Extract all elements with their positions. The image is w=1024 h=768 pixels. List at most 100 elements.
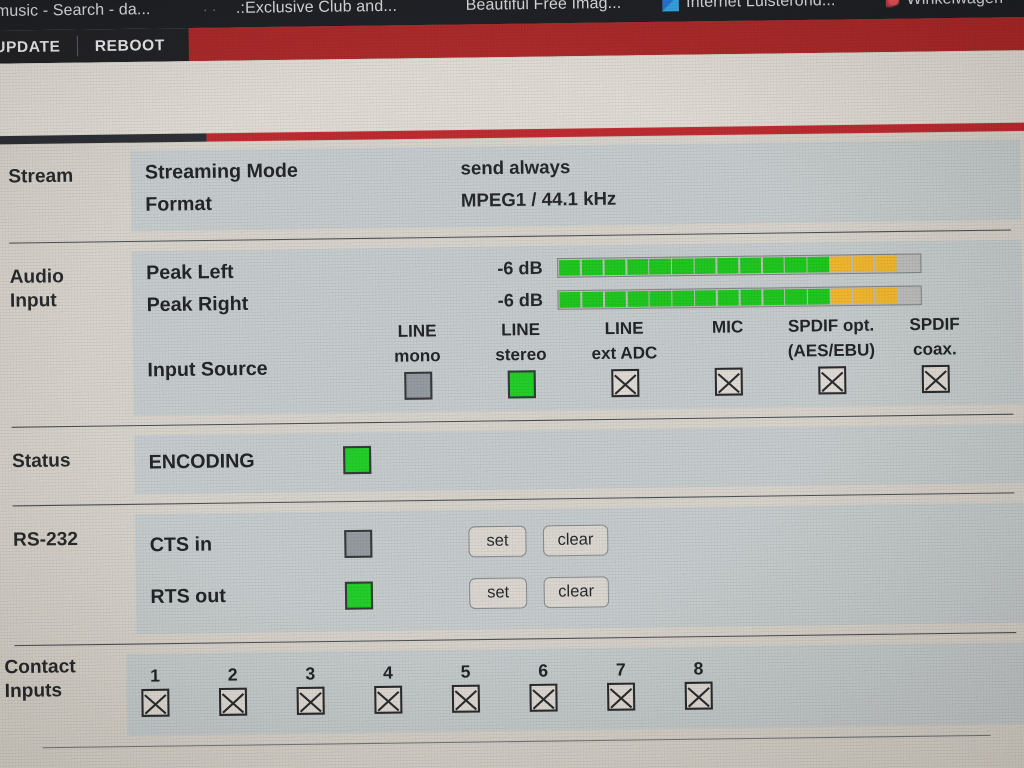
section-label-contact-inputs: Contact Inputs (4, 654, 127, 737)
input-source-option[interactable]: LINE stereo (473, 320, 569, 399)
meter-segment (740, 289, 762, 306)
input-source-name: SPDIF (909, 315, 960, 335)
contact-input-disabled-icon (218, 687, 248, 717)
meter-segment (627, 291, 649, 307)
input-source-option[interactable]: SPDIF coax. (887, 315, 983, 394)
input-source-disabled-icon[interactable] (610, 369, 639, 398)
input-source-name: SPDIF opt. (787, 316, 875, 336)
meter-segment (695, 290, 717, 307)
contact-inputs-panel: 1 2 3 4 5 6 7 8 (126, 642, 1024, 737)
meter-segment (830, 256, 852, 273)
browser-tab-title: Beautiful Free Imag... (465, 0, 622, 15)
peak-left-meter (556, 253, 922, 278)
input-source-label: Input Source (147, 358, 268, 382)
meter-segment (604, 259, 626, 276)
input-source-option[interactable]: MIC (680, 317, 776, 397)
input-source-name: LINE (397, 321, 437, 341)
meter-segment (762, 257, 784, 274)
meter-segment (649, 290, 672, 307)
meter-segment (762, 289, 785, 306)
input-source-disabled-icon[interactable] (817, 366, 846, 395)
browser-tab-3[interactable]: Beautiful Free Imag... (465, 0, 622, 24)
meter-segment (739, 257, 762, 274)
format-value: MPEG1 / 44.1 kHz (460, 188, 617, 211)
meter-segment (853, 288, 875, 304)
browser-tab-5[interactable]: Winkelwagen (885, 0, 1004, 19)
section-stream: Stream Streaming Mode send always Format… (0, 139, 1022, 233)
rts-out-buttons: set clear (469, 576, 609, 610)
contact-input-number: 3 (305, 664, 316, 685)
contact-input-number: 6 (538, 661, 549, 681)
contact-input: 5 (451, 662, 481, 714)
bottom-rule (42, 735, 991, 749)
page-header-band (0, 50, 1024, 137)
meter-segment (852, 256, 875, 272)
meter-segment (626, 259, 649, 275)
section-label-line1: Contact (4, 654, 76, 678)
rs232-panel: CTS in set clear RTS out set clear (134, 502, 1024, 635)
cts-in-clear-button[interactable]: clear (542, 524, 609, 557)
rts-out-led (344, 581, 374, 610)
streaming-mode-label: Streaming Mode (144, 159, 298, 184)
section-label-line2: Input (9, 288, 57, 311)
contact-input-disabled-icon (529, 683, 558, 713)
contact-input-disabled-icon (684, 681, 713, 711)
contact-input: 1 (141, 666, 170, 718)
meter-segment (898, 255, 920, 272)
browser-tab-title: Internet Luisterond... (685, 0, 836, 12)
input-source-option[interactable]: SPDIF opt. (AES/EBU) (783, 316, 879, 395)
input-source-name: coax. (912, 340, 957, 360)
contact-input-disabled-icon (141, 688, 170, 718)
input-source-name: LINE (501, 320, 541, 340)
peak-right-meter (557, 285, 922, 310)
row-input-source: Input Source LINE mono LINE stereo LINE ext A… (132, 310, 1023, 406)
reboot-button[interactable]: REBOOT (78, 28, 182, 62)
meter-segment (694, 258, 716, 274)
device-status-page: Stream Streaming Mode send always Format… (0, 50, 1024, 768)
section-label-audio-input: Audio Input (0, 251, 134, 418)
section-label-status: Status (11, 449, 71, 472)
rts-out-set-button[interactable]: set (469, 577, 528, 610)
contact-input: 2 (218, 665, 248, 717)
contact-input-number: 8 (693, 659, 704, 679)
input-source-name: MIC (711, 317, 744, 337)
input-source-name: LINE (604, 319, 644, 339)
input-source-options: LINE mono LINE stereo LINE ext ADC MIC SPDIF o… (369, 315, 983, 401)
meter-segment (898, 287, 920, 304)
update-button[interactable]: UPDATE (0, 29, 77, 63)
section-contact-inputs: Contact Inputs 1 2 3 4 5 6 7 8 (4, 642, 1024, 738)
meter-segment (785, 289, 807, 305)
blue-square-icon (662, 0, 679, 12)
input-source-option[interactable]: LINE ext ADC (576, 319, 672, 398)
cts-in-label: CTS in (149, 534, 213, 557)
meter-segment (717, 257, 739, 274)
browser-tab-2[interactable]: .:Exclusive Club and... (236, 0, 398, 27)
browser-tab-4[interactable]: Internet Luisterond... (662, 0, 836, 22)
input-source-disabled-icon[interactable] (714, 367, 743, 397)
input-source-led[interactable] (403, 371, 432, 401)
cts-in-set-button[interactable]: set (468, 525, 527, 558)
browser-tab-1[interactable]: music - Search - da... (0, 0, 151, 31)
browser-tab-title: Winkelwagen (906, 0, 1003, 9)
meter-segment (559, 292, 581, 308)
contact-input: 4 (374, 663, 403, 715)
input-source-name: ext ADC (591, 343, 658, 364)
format-label: Format (145, 192, 213, 216)
contact-input-disabled-icon (296, 686, 325, 716)
contact-list: 1 2 3 4 5 6 7 8 (141, 659, 713, 718)
header-rule-dark (0, 133, 207, 145)
contact-input-disabled-icon (607, 682, 636, 712)
input-source-led[interactable] (507, 370, 536, 399)
section-rs232: RS-232 CTS in set clear RTS out set clea… (2, 502, 1024, 636)
contact-input: 7 (607, 660, 636, 712)
tab-dots-icon: · · (202, 0, 217, 18)
input-source-option[interactable]: LINE mono (369, 321, 465, 401)
rts-out-clear-button[interactable]: clear (543, 576, 609, 609)
stream-panel: Streaming Mode send always Format MPEG1 … (130, 139, 1022, 232)
browser-tab-title: .:Exclusive Club and... (235, 0, 398, 18)
streaming-mode-value: send always (460, 156, 571, 179)
input-source-name: stereo (495, 345, 547, 365)
input-source-disabled-icon[interactable] (921, 365, 950, 394)
row-status: ENCODING (134, 430, 1024, 484)
section-audio-input: Audio Input Peak Left -6 dB Peak Right -… (0, 239, 1024, 418)
